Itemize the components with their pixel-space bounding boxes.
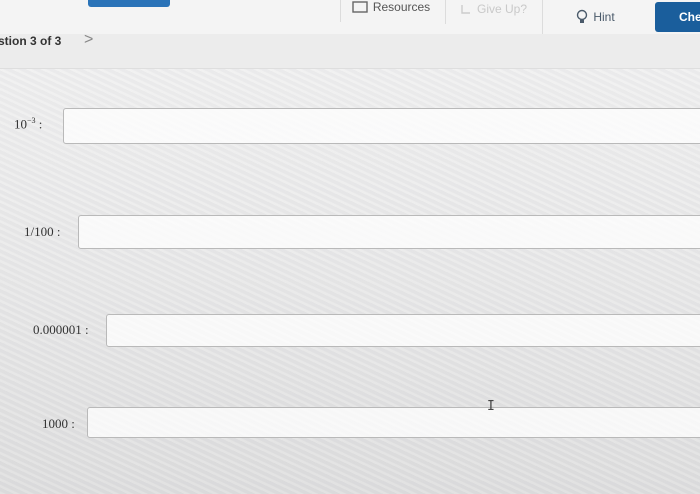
book-icon [352, 1, 368, 13]
toolbar: Resources Give Up? Hint Che [0, 0, 700, 35]
lightbulb-icon [576, 9, 588, 25]
check-button[interactable]: Che [655, 2, 700, 32]
give-up-button[interactable]: Give Up? [445, 0, 541, 24]
check-label: Che [679, 10, 700, 24]
answer-input-2[interactable] [78, 215, 700, 249]
answer-row-2: 1/100 : [24, 224, 61, 240]
resources-button[interactable]: Resources [340, 0, 441, 22]
answer-row-4: 1000 : [42, 416, 75, 432]
question-nav: stion 3 of 3 > [0, 31, 700, 69]
row-2-label: 1/100 : [24, 224, 61, 239]
top-tab[interactable] [88, 0, 170, 7]
question-counter: stion 3 of 3 [0, 34, 62, 48]
row-1-label: 10−3 : [14, 116, 43, 132]
give-up-label: Give Up? [476, 2, 528, 16]
answer-input-4[interactable] [87, 407, 700, 438]
text-cursor-icon: I [487, 399, 495, 414]
answer-row-1: 10−3 : [14, 116, 42, 132]
answer-row-3: 0.000001 : [33, 322, 89, 338]
next-question-arrow[interactable]: > [84, 31, 93, 49]
row-3-label: 0.000001 : [33, 322, 89, 337]
hint-button[interactable]: Hint [542, 0, 648, 34]
answer-input-3[interactable] [106, 314, 700, 347]
answer-input-1[interactable] [63, 108, 700, 144]
hint-label: Hint [593, 10, 615, 24]
row-4-label: 1000 : [42, 416, 75, 431]
give-up-icon [460, 3, 472, 15]
resources-label: Resources [372, 0, 431, 14]
